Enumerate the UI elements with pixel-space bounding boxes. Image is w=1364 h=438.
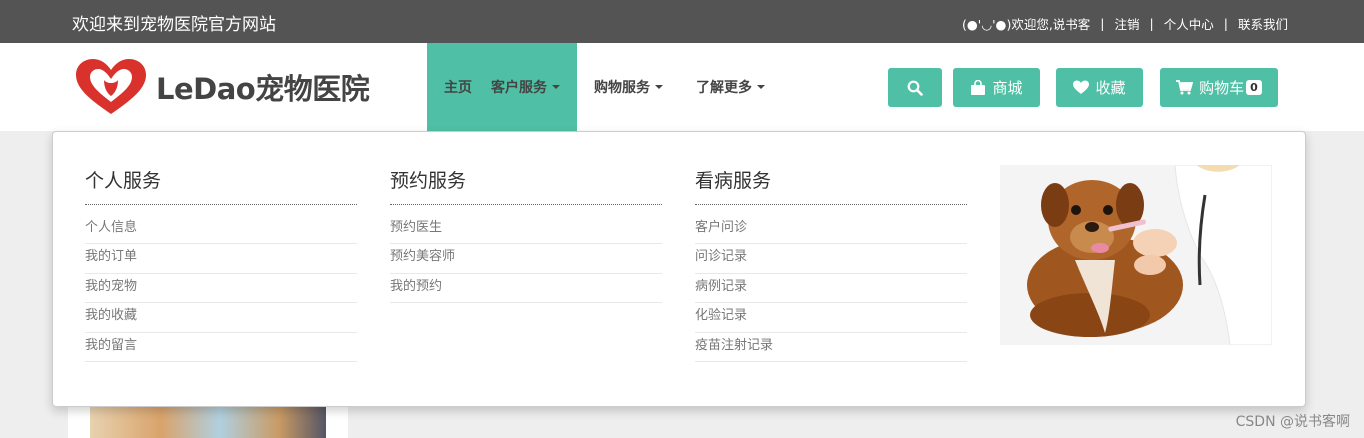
menu-column-title: 个人服务 bbox=[85, 166, 357, 205]
menu-item[interactable]: 个人信息 bbox=[85, 215, 357, 245]
search-icon bbox=[907, 80, 923, 96]
nav-home-label: 主页 bbox=[444, 80, 472, 96]
menu-item[interactable]: 预约医生 bbox=[390, 215, 662, 245]
caret-down-icon bbox=[757, 85, 765, 89]
shopping-bag-icon bbox=[971, 80, 986, 95]
contact-link[interactable]: 联系我们 bbox=[1238, 14, 1288, 33]
separator: | bbox=[1149, 16, 1154, 31]
caret-down-icon bbox=[655, 85, 663, 89]
logout-link[interactable]: 注销 bbox=[1115, 14, 1140, 33]
menu-item[interactable]: 我的留言 bbox=[85, 333, 357, 362]
cart-icon bbox=[1176, 80, 1194, 95]
site-logo[interactable]: LeDao宠物医院 bbox=[74, 58, 370, 116]
top-links: (●'◡'●)欢迎您,说书客 | 注销 | 个人中心 | 联系我们 bbox=[962, 14, 1288, 33]
separator: | bbox=[1223, 16, 1228, 31]
main-nav: 主页 客户服务 购物服务 了解更多 bbox=[427, 43, 778, 131]
menu-column-title: 预约服务 bbox=[390, 166, 662, 205]
dog-vet-photo bbox=[1000, 165, 1272, 345]
favorites-label: 收藏 bbox=[1095, 79, 1126, 97]
menu-column-title: 看病服务 bbox=[695, 166, 967, 205]
mall-label: 商城 bbox=[992, 79, 1023, 97]
nav-shopping-service[interactable]: 购物服务 bbox=[577, 43, 676, 131]
heart-logo-icon bbox=[76, 59, 146, 114]
menu-item[interactable]: 化验记录 bbox=[695, 303, 967, 333]
menu-item[interactable]: 我的收藏 bbox=[85, 303, 357, 333]
menu-item[interactable]: 我的订单 bbox=[85, 244, 357, 274]
nav-customer-service[interactable]: 客户服务 bbox=[491, 43, 577, 131]
top-bar: 欢迎来到宠物医院官方网站 (●'◡'●)欢迎您,说书客 | 注销 | 个人中心 … bbox=[0, 0, 1364, 43]
menu-column-medical: 看病服务 客户问诊 问诊记录 病例记录 化验记录 疫苗注射记录 bbox=[695, 166, 967, 362]
nav-shopping-label: 购物服务 bbox=[594, 80, 650, 96]
header: LeDao宠物医院 主页 客户服务 购物服务 了解更多 商城 收藏 购物车 0 bbox=[0, 43, 1364, 131]
nav-customer-label: 客户服务 bbox=[491, 80, 547, 96]
menu-item[interactable]: 问诊记录 bbox=[695, 244, 967, 274]
menu-item[interactable]: 我的预约 bbox=[390, 274, 662, 304]
heart-icon bbox=[1073, 80, 1090, 94]
menu-item[interactable]: 病例记录 bbox=[695, 274, 967, 304]
menu-item[interactable]: 客户问诊 bbox=[695, 215, 967, 245]
caret-down-icon bbox=[552, 85, 560, 89]
menu-item[interactable]: 预约美容师 bbox=[390, 244, 662, 274]
nav-learn-more[interactable]: 了解更多 bbox=[676, 43, 778, 131]
watermark: CSDN @说书客啊 bbox=[1235, 414, 1350, 430]
logo-text: LeDao宠物医院 bbox=[156, 72, 370, 106]
menu-item[interactable]: 我的宠物 bbox=[85, 274, 357, 304]
mall-button[interactable]: 商城 bbox=[953, 68, 1040, 107]
welcome-text: 欢迎来到宠物医院官方网站 bbox=[72, 15, 276, 35]
cart-count-badge: 0 bbox=[1246, 80, 1262, 95]
card-image bbox=[90, 406, 326, 438]
menu-column-appointment: 预约服务 预约医生 预约美容师 我的预约 bbox=[390, 166, 662, 304]
customer-service-dropdown: 个人服务 个人信息 我的订单 我的宠物 我的收藏 我的留言 预约服务 预约医生 … bbox=[52, 131, 1306, 407]
profile-link[interactable]: 个人中心 bbox=[1164, 14, 1214, 33]
content-card bbox=[68, 406, 348, 438]
separator: | bbox=[1100, 16, 1105, 31]
favorites-button[interactable]: 收藏 bbox=[1056, 68, 1143, 107]
nav-home[interactable]: 主页 bbox=[427, 43, 491, 131]
menu-column-personal: 个人服务 个人信息 我的订单 我的宠物 我的收藏 我的留言 bbox=[85, 166, 357, 362]
user-greeting: (●'◡'●)欢迎您,说书客 bbox=[961, 17, 1091, 32]
nav-more-label: 了解更多 bbox=[696, 80, 752, 96]
search-button[interactable] bbox=[888, 68, 942, 107]
cart-label: 购物车 bbox=[1199, 79, 1245, 97]
menu-item[interactable]: 疫苗注射记录 bbox=[695, 333, 967, 362]
cart-button[interactable]: 购物车 0 bbox=[1160, 68, 1278, 107]
